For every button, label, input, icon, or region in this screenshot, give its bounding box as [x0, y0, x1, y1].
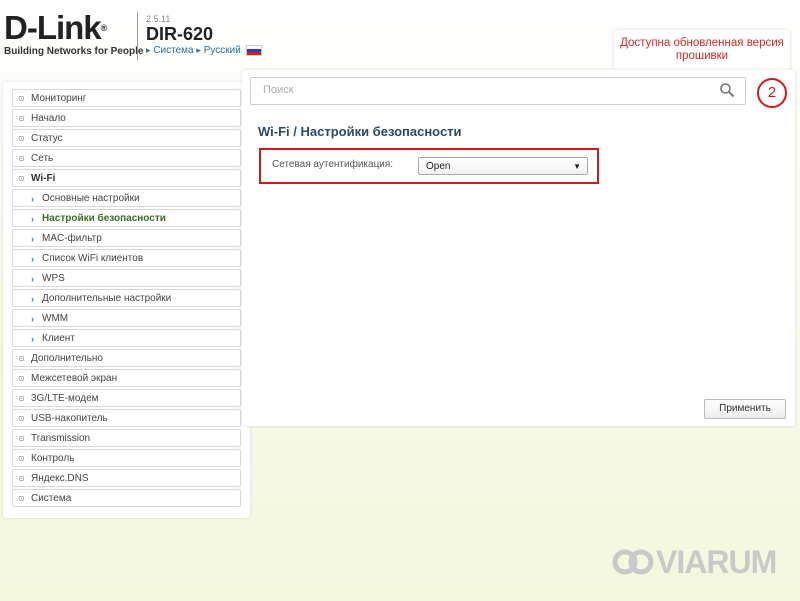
dropdown-arrow-icon: ▼ [573, 162, 581, 171]
auth-select[interactable]: Open ▼ [418, 157, 588, 175]
chevron-right-icon: › [31, 194, 34, 204]
expand-icon: ⊙ [18, 434, 25, 443]
sidebar: ⊙ Мониторинг ⊙ Начало ⊙ Статус ⊙ Сеть ⊙ Wi-Fi… [3, 82, 250, 518]
main-panel: 2 Wi-Fi / Настройки безопасности Сетевая… [242, 70, 795, 426]
auth-highlight-box: Сетевая аутентификация: Open ▼ [259, 148, 599, 184]
russia-flag-icon[interactable] [245, 45, 262, 56]
menu-item-wifi-security[interactable]: › Настройки безопасности [12, 209, 241, 227]
menu-item-control[interactable]: ⊙ Контроль [12, 449, 241, 467]
menu-item-wifi-wmm[interactable]: › WMM [12, 309, 241, 327]
menu-item-wifi[interactable]: ⊙ Wi-Fi [12, 169, 241, 187]
expand-icon: ⊙ [18, 94, 25, 103]
viarum-logo-icon [612, 549, 654, 575]
expand-icon: ⊙ [18, 134, 25, 143]
menu-item-firewall[interactable]: ⊙ Межсетевой экран [12, 369, 241, 387]
expand-icon: ⊙ [18, 114, 25, 123]
chevron-right-icon: › [31, 294, 34, 304]
watermark-text: VIARUM [656, 544, 777, 580]
device-model: DIR-620 [146, 24, 214, 44]
arrow-right-icon: ▸ [146, 45, 151, 56]
chevron-right-icon: › [31, 254, 34, 264]
menu-item-transmission[interactable]: ⊙ Transmission [12, 429, 241, 447]
header-divider [137, 12, 138, 60]
search-icon[interactable] [719, 82, 735, 98]
menu-item-start[interactable]: ⊙ Начало [12, 109, 241, 127]
system-link[interactable]: Система [153, 45, 193, 56]
chevron-right-icon: › [31, 274, 34, 284]
brand-name: D-Link® [4, 9, 107, 46]
search-input[interactable] [261, 83, 705, 97]
menu-item-yandex-dns[interactable]: ⊙ Яндекс.DNS [12, 469, 241, 487]
expand-icon: ⊙ [18, 414, 25, 423]
page-title: Wi-Fi / Настройки безопасности [258, 124, 462, 139]
chevron-right-icon: › [31, 214, 34, 224]
auth-label: Сетевая аутентификация: [272, 159, 394, 170]
expand-icon: ⊙ [18, 154, 25, 163]
menu-item-network[interactable]: ⊙ Сеть [12, 149, 241, 167]
search-box [250, 77, 746, 105]
menu-item-wifi-client[interactable]: › Клиент [12, 329, 241, 347]
sidebar-menu: ⊙ Мониторинг ⊙ Начало ⊙ Статус ⊙ Сеть ⊙ Wi-Fi… [12, 89, 241, 509]
expand-icon: ⊙ [18, 394, 25, 403]
expand-icon: ⊙ [18, 354, 25, 363]
expand-icon: ⊙ [18, 454, 25, 463]
language-link[interactable]: Русский [204, 45, 241, 56]
menu-item-wifi-clients[interactable]: › Список WiFi клиентов [12, 249, 241, 267]
menu-item-wifi-wps[interactable]: › WPS [12, 269, 241, 287]
brand-tagline: Building Networks for People [4, 46, 144, 57]
chevron-right-icon: › [31, 234, 34, 244]
expand-icon: ⊙ [18, 494, 25, 503]
menu-item-advanced[interactable]: ⊙ Дополнительно [12, 349, 241, 367]
annotation-step-badge: 2 [757, 78, 787, 108]
chevron-right-icon: › [31, 334, 34, 344]
apply-button[interactable]: Применить [704, 399, 786, 419]
collapse-icon: ⊙ [18, 174, 25, 183]
menu-item-modem[interactable]: ⊙ 3G/LTE-модем [12, 389, 241, 407]
menu-item-wifi-mac-filter[interactable]: › MAC-фильтр [12, 229, 241, 247]
menu-item-usb-storage[interactable]: ⊙ USB-накопитель [12, 409, 241, 427]
menu-item-system[interactable]: ⊙ Система [12, 489, 241, 507]
menu-item-status[interactable]: ⊙ Статус [12, 129, 241, 147]
menu-item-wifi-basic[interactable]: › Основные настройки [12, 189, 241, 207]
dlink-logo: D-Link® Building Networks for People [4, 9, 144, 57]
header-crumbs: ▸ Система ▸ Русский [146, 45, 262, 56]
expand-icon: ⊙ [18, 474, 25, 483]
firmware-update-notice[interactable]: Доступна обновленная версия прошивки [614, 30, 790, 72]
expand-icon: ⊙ [18, 374, 25, 383]
menu-item-wifi-advanced[interactable]: › Дополнительные настройки [12, 289, 241, 307]
firmware-version: 2.5.11 [146, 14, 171, 24]
menu-item-monitoring[interactable]: ⊙ Мониторинг [12, 89, 241, 107]
auth-select-value: Open [426, 161, 451, 172]
chevron-right-icon: › [31, 314, 34, 324]
arrow-right-icon: ▸ [196, 45, 201, 56]
